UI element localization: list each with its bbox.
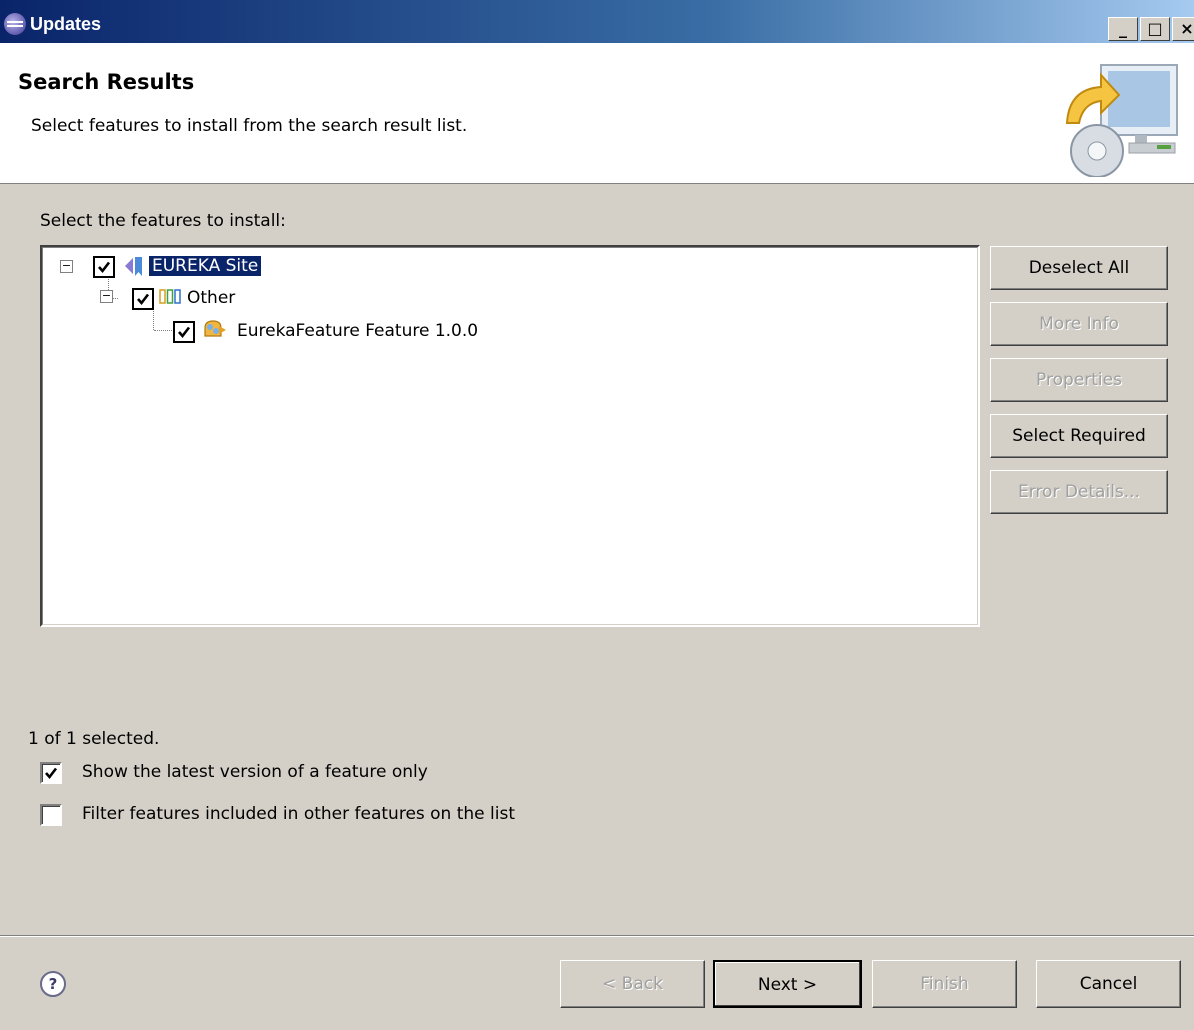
selection-status: 1 of 1 selected. [28, 729, 160, 749]
page-description: Select features to install from the sear… [31, 116, 468, 136]
tree-node-checkbox[interactable] [93, 256, 115, 278]
properties-button[interactable]: Properties [990, 358, 1168, 402]
category-icon [159, 289, 181, 304]
update-site-icon [125, 257, 142, 276]
tree-node-label-feature[interactable]: EurekaFeature Feature 1.0.0 [237, 321, 478, 341]
minimize-button[interactable]: _ [1108, 17, 1138, 41]
maximize-button[interactable]: □ [1140, 17, 1170, 41]
close-button[interactable]: × [1172, 17, 1194, 41]
deselect-all-button[interactable]: Deselect All [990, 246, 1168, 290]
filter-included-label[interactable]: Filter features included in other featur… [82, 804, 515, 824]
tree-label: Select the features to install: [40, 211, 286, 231]
filter-included-checkbox[interactable] [40, 804, 62, 826]
select-required-button[interactable]: Select Required [990, 414, 1168, 458]
collapse-toggle[interactable]: − [100, 290, 113, 303]
tree-node-checkbox[interactable] [173, 321, 195, 343]
eclipse-icon [4, 13, 26, 35]
latest-version-label[interactable]: Show the latest version of a feature onl… [82, 762, 428, 782]
help-icon[interactable]: ? [40, 971, 66, 997]
more-info-button[interactable]: More Info [990, 302, 1168, 346]
tree-node-label-other[interactable]: Other [187, 288, 235, 308]
window-controls: _ □ × [1108, 17, 1194, 41]
install-update-icon [1065, 64, 1178, 177]
latest-version-checkbox[interactable] [40, 762, 62, 784]
collapse-toggle[interactable]: − [60, 260, 73, 273]
finish-button[interactable]: Finish [872, 960, 1017, 1008]
page-title: Search Results [18, 70, 195, 94]
tree-node-label-eureka-site[interactable]: EUREKA Site [147, 255, 263, 277]
next-button[interactable]: Next > [713, 960, 862, 1008]
footer-separator [0, 935, 1194, 937]
feature-icon [204, 320, 226, 337]
error-details-button[interactable]: Error Details... [990, 470, 1168, 514]
back-button[interactable]: < Back [560, 960, 705, 1008]
window-title: Updates [30, 14, 102, 34]
tree-node-checkbox[interactable] [132, 288, 154, 310]
feature-tree[interactable]: − EUREKA Site − Other EurekaFeature Feat… [40, 245, 980, 627]
title-bar: Updates _ □ × [0, 0, 1194, 43]
cancel-button[interactable]: Cancel [1036, 960, 1181, 1008]
wizard-header: Search Results Select features to instal… [0, 43, 1194, 184]
